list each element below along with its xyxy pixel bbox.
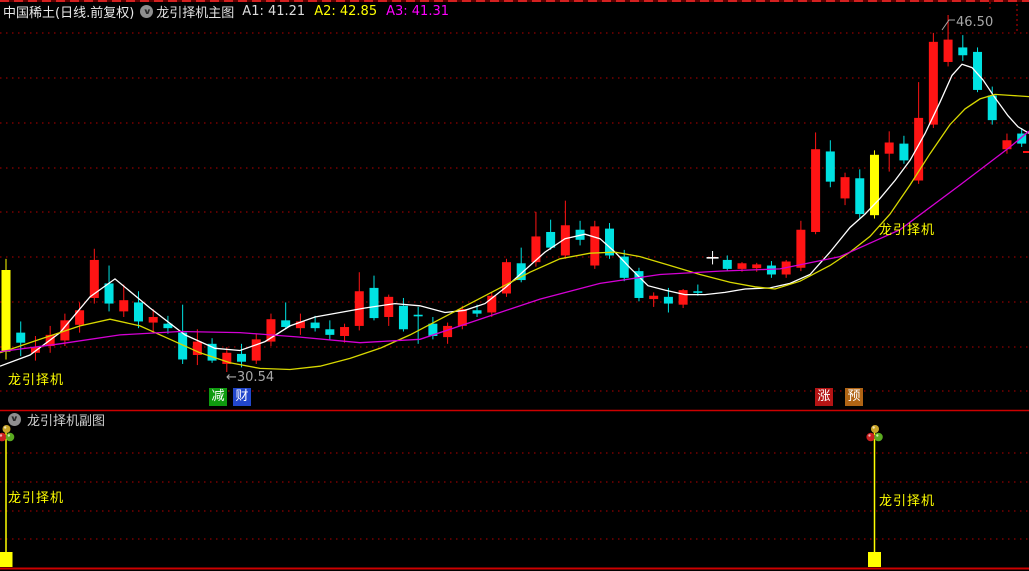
candle-body [605, 228, 615, 256]
balloon-highlight [872, 426, 875, 429]
indicator-value-a1: A1: 41.21 [242, 4, 306, 19]
sub-indicator-dropdown-button[interactable]: ∨ [8, 412, 21, 426]
balloon-highlight [876, 434, 879, 437]
candle-body [310, 322, 320, 329]
signal-label-sub-right: 龙引择机 [879, 494, 936, 509]
candle-body [516, 263, 526, 281]
top-tick-marks [989, 2, 1018, 33]
badge-forecast: 预 [845, 388, 863, 406]
candle-body [133, 302, 143, 322]
candle-body [325, 329, 335, 335]
balloon-icon [871, 425, 879, 433]
candle-body [590, 226, 600, 266]
candle-body [531, 236, 541, 263]
candle-body [722, 259, 732, 269]
candle-body [369, 287, 379, 319]
balloon-icon [5, 432, 15, 442]
candle-body [678, 290, 688, 305]
low-price-annotation: ←30.54 [226, 370, 275, 385]
candle-body [1, 270, 11, 352]
indicator-value-a2: A2: 42.85 [314, 4, 378, 19]
candle-body [413, 314, 423, 317]
signal-label-main-left: 龙引择机 [8, 373, 65, 388]
sub-chart-header: ∨ 龙引择机副图 [8, 412, 106, 429]
marker-square [0, 552, 13, 567]
indicator-value-a3: A3: 41.31 [386, 4, 450, 19]
balloon-highlight [3, 426, 7, 429]
balloon-icon [2, 425, 11, 433]
candle-body [398, 305, 408, 330]
top-border [0, 0, 1029, 2]
candle-body [663, 296, 673, 304]
candle-body [869, 154, 879, 216]
candle-body [619, 256, 629, 278]
candle-body [16, 332, 26, 343]
app-window: 中国稀土(日线.前复权) ∨ 龙引择机主图 A1: 41.21 A2: 42.8… [0, 0, 1029, 571]
chevron-down-icon: ∨ [142, 6, 152, 16]
sub-indicator-name: 龙引择机副图 [27, 413, 106, 429]
candle-body [706, 257, 719, 259]
candle-body [766, 265, 776, 275]
candle-body [796, 229, 806, 268]
candle-body [928, 41, 938, 125]
candle-body [384, 296, 394, 317]
candle-body [1002, 140, 1012, 150]
candle-body [737, 263, 747, 269]
candle-body [884, 142, 894, 154]
candle-body [855, 178, 865, 215]
candle-body [148, 316, 158, 323]
indicator-dropdown-button[interactable]: ∨ [140, 5, 154, 18]
symbol-label: 中国稀土(日线.前复权) [3, 6, 135, 21]
candle-body [119, 300, 129, 312]
badge-rise: 涨 [815, 388, 833, 406]
badge-reduce: 减 [209, 388, 227, 406]
candle-body [546, 231, 556, 248]
candle-body [825, 151, 835, 182]
signal-label-main-right: 龙引择机 [879, 223, 936, 238]
candle-body [958, 47, 968, 56]
balloon-highlight [868, 434, 871, 437]
balloon-highlight [7, 434, 10, 437]
main-chart-canvas[interactable] [0, 0, 1029, 571]
candle-body [693, 291, 703, 293]
high-price-annotation: 46.50 [956, 15, 994, 30]
candle-body [840, 177, 850, 199]
main-chart-header: 中国稀土(日线.前复权) ∨ 龙引择机主图 A1: 41.21 A2: 42.8… [3, 4, 458, 21]
balloon-icon [866, 432, 875, 442]
marker-square [868, 552, 881, 567]
candlestick-series [1, 15, 1027, 372]
ma-yellow-line [0, 93, 1029, 371]
candle-body [89, 259, 99, 298]
candle-body [251, 339, 261, 361]
balloon-icon [874, 432, 883, 442]
candle-body [943, 39, 953, 62]
badge-wealth: 财 [233, 388, 251, 406]
sub-signal-markers [0, 425, 883, 567]
main-indicator-name: 龙引择机主图 [156, 6, 235, 21]
candle-body [472, 310, 482, 314]
candle-body [237, 353, 247, 362]
candle-body [634, 271, 644, 298]
candle-body [811, 149, 821, 232]
candle-body [649, 295, 659, 300]
chevron-down-icon: ∨ [9, 414, 20, 423]
candle-body [752, 264, 762, 269]
candle-body [340, 327, 350, 336]
signal-label-sub-left: 龙引择机 [8, 491, 65, 506]
candle-body [899, 143, 909, 161]
candle-body [104, 283, 114, 304]
